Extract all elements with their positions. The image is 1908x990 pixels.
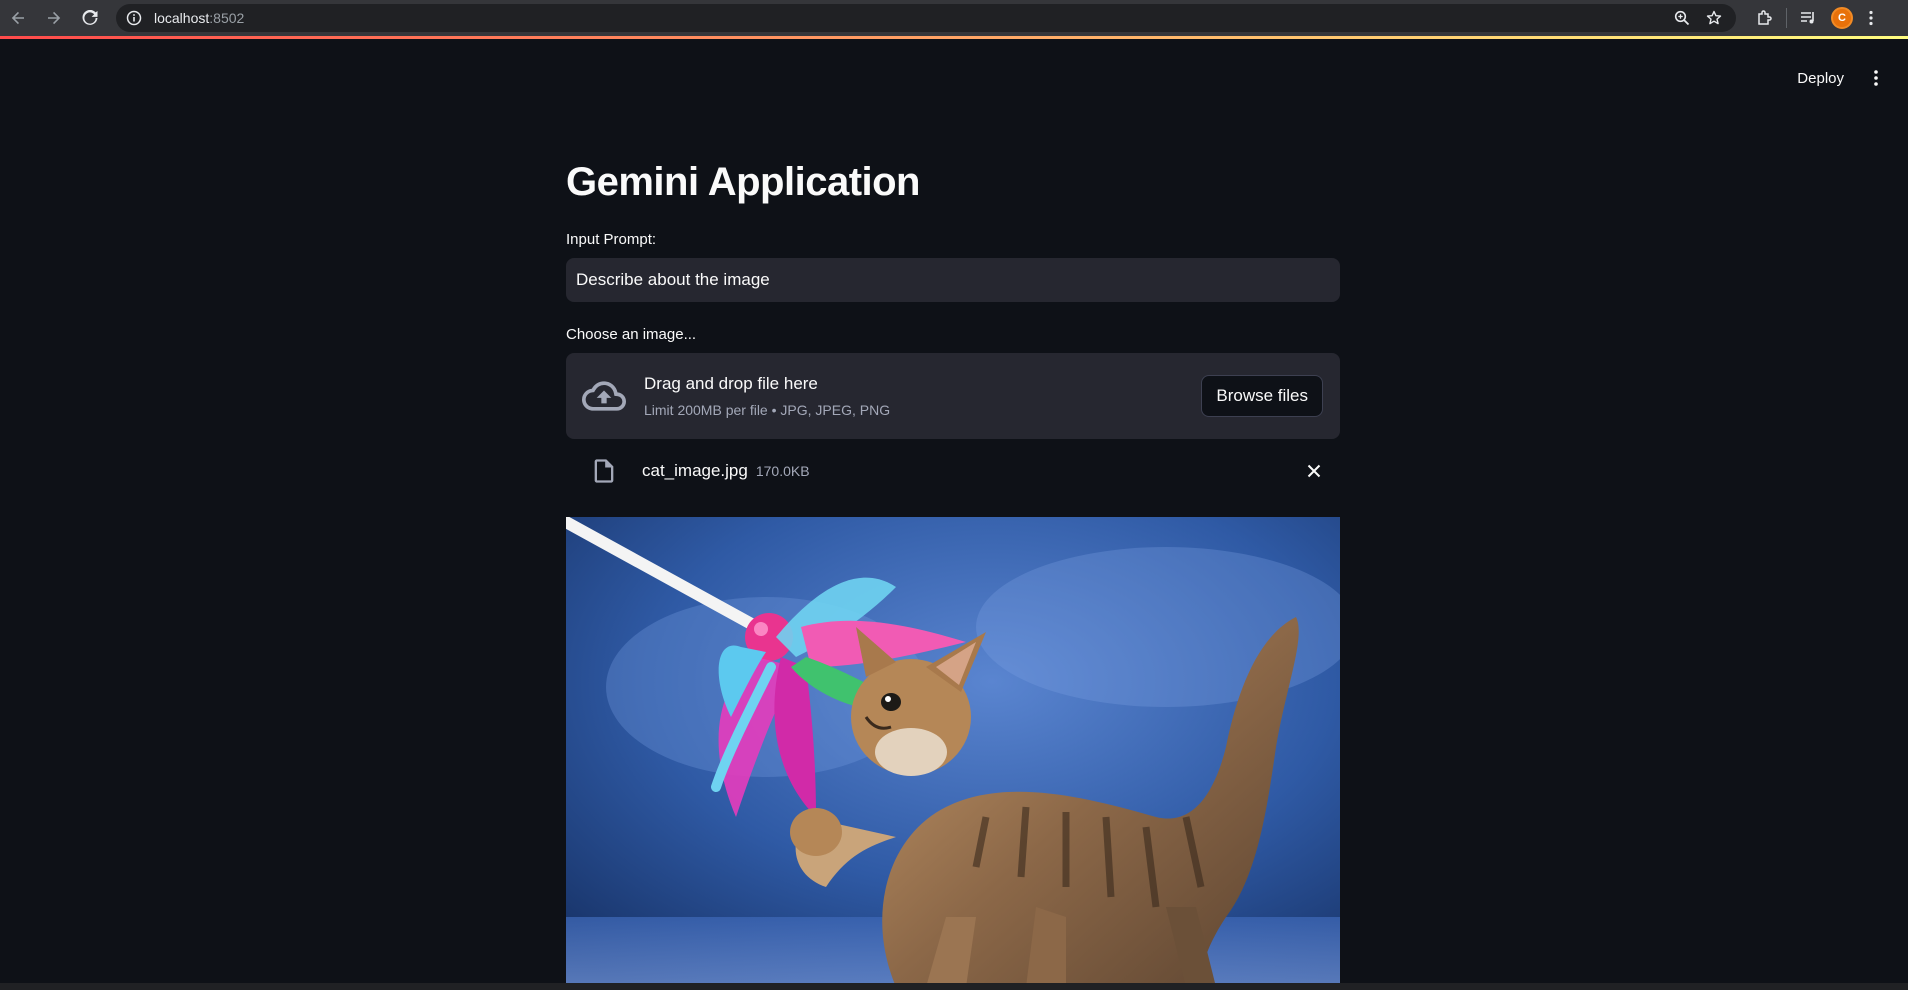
file-name: cat_image.jpg <box>642 461 748 480</box>
extensions-button[interactable] <box>1748 0 1782 36</box>
file-size: 170.0KB <box>755 463 810 479</box>
deploy-button[interactable]: Deploy <box>1797 66 1844 90</box>
zoom-button[interactable] <box>1666 4 1698 32</box>
url-port: :8502 <box>209 10 245 26</box>
main-block: Gemini Application Input Prompt: Describ… <box>566 150 1340 987</box>
prompt-input[interactable]: Describe about the image <box>566 258 1340 302</box>
media-icon <box>1801 12 1814 24</box>
avatar: C <box>1831 7 1853 29</box>
app-decoration-bar <box>0 36 1908 39</box>
dropzone-title: Drag and drop file here <box>644 374 818 393</box>
back-icon <box>11 11 24 25</box>
kitten-with-feather-toy-image <box>566 517 1340 987</box>
page-title: Gemini Application <box>566 160 921 204</box>
reload-button[interactable] <box>72 0 108 36</box>
bookmark-button[interactable] <box>1698 4 1730 32</box>
url-host: localhost <box>154 10 210 26</box>
file-dropzone[interactable]: Drag and drop file here Limit 200MB per … <box>566 353 1340 439</box>
forward-button[interactable] <box>36 0 72 36</box>
forward-icon <box>48 11 61 25</box>
bookmark-star-icon <box>1706 10 1722 25</box>
chrome-menu-button[interactable] <box>1859 0 1883 36</box>
uploaded-file-row: cat_image.jpg 170.0KB <box>566 439 1340 503</box>
address-bar[interactable]: localhost:8502 <box>116 4 1736 32</box>
bottom-scroll-strip <box>0 983 1908 990</box>
prompt-label: Input Prompt: <box>566 231 657 248</box>
extensions-icon <box>1758 10 1772 25</box>
app-menu-button[interactable] <box>1864 66 1888 90</box>
profile-button[interactable]: C <box>1825 0 1859 36</box>
browser-toolbar: localhost:8502 C <box>0 0 1908 36</box>
kebab-menu-icon <box>1869 10 1873 26</box>
back-button[interactable] <box>0 0 36 36</box>
dropzone-subtitle: Limit 200MB per file • JPG, JPEG, PNG <box>644 402 891 418</box>
reload-icon <box>82 10 98 25</box>
upload-label: Choose an image... <box>566 326 697 343</box>
uploaded-image <box>566 517 1340 987</box>
toolbar-divider <box>1786 8 1787 28</box>
close-icon <box>1307 464 1321 478</box>
site-info-icon[interactable] <box>126 10 142 26</box>
cloud-upload-icon <box>582 381 626 411</box>
media-controls-button[interactable] <box>1791 0 1825 36</box>
browse-files-button[interactable]: Browse files <box>1201 375 1323 417</box>
remove-file-button[interactable] <box>1304 461 1324 481</box>
kebab-menu-icon <box>1874 70 1878 86</box>
file-icon <box>594 459 614 483</box>
zoom-icon <box>1674 10 1690 26</box>
